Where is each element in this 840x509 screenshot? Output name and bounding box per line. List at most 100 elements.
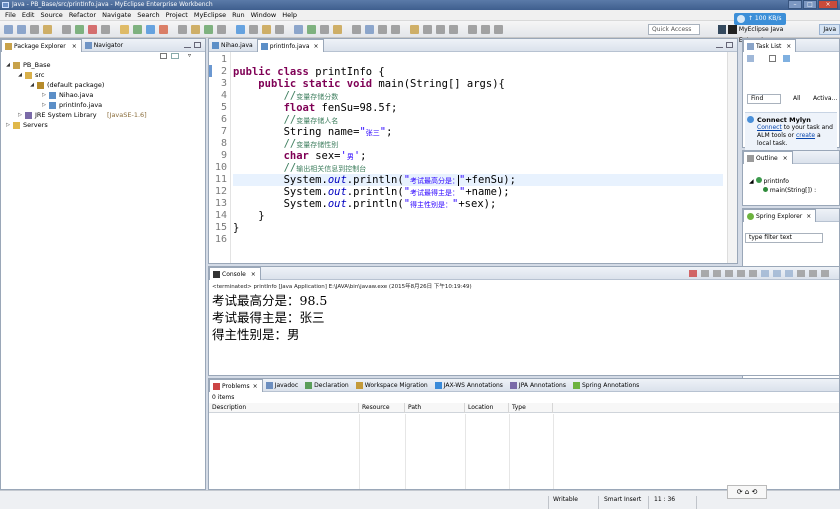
outline-class-node[interactable]: ◢ printInfo	[749, 177, 789, 185]
connect-link[interactable]: Connect	[757, 124, 782, 131]
minimize-editor-icon[interactable]	[716, 42, 723, 48]
toolbar-new-icon[interactable]	[4, 25, 13, 34]
console-display-selected-icon[interactable]	[785, 270, 793, 277]
toolbar-launch-icon[interactable]	[204, 25, 213, 34]
toolbar-package-icon[interactable]	[191, 25, 200, 34]
console-clear-icon[interactable]	[737, 270, 745, 277]
perspective-java[interactable]: Java	[819, 24, 840, 35]
toolbar-folder-icon[interactable]	[120, 25, 129, 34]
toolbar-next-annotation-icon[interactable]	[410, 25, 419, 34]
tree-item[interactable]: ◢ (default package)	[1, 80, 205, 90]
tab-problems[interactable]: Problems ×	[209, 379, 263, 392]
toolbar-server-icon[interactable]	[159, 25, 168, 34]
toolbar-prev-edit-icon[interactable]	[320, 25, 329, 34]
collapsed-arrow-icon[interactable]: ▷	[41, 90, 47, 100]
code-editor[interactable]: 1 2 3 4 5 6 7 8 9 10 11 12 13 14 15 16 public class pri…	[209, 52, 737, 263]
tree-item[interactable]: ▷ Servers	[1, 120, 205, 130]
perspective-myeclipse-java-enterprise[interactable]: MyEclipse Java Enterprise	[739, 24, 811, 44]
toolbar-deploy-icon[interactable]	[217, 25, 226, 34]
tab-task-list[interactable]: Task List ×	[743, 39, 797, 52]
toolbar-prev-annotation-icon[interactable]	[423, 25, 432, 34]
console-open-console-icon[interactable]	[773, 270, 781, 277]
outline-method-node[interactable]: main(String[]) :	[763, 187, 816, 194]
tab-package-explorer[interactable]: Package Explorer ×	[1, 39, 82, 52]
menu-myeclipse[interactable]: MyEclipse	[191, 10, 229, 20]
menu-navigate[interactable]: Navigate	[99, 10, 134, 20]
tree-item[interactable]: ◢ PB_Base	[1, 60, 205, 70]
toolbar-nav-icon[interactable]	[275, 25, 284, 34]
close-tab-icon[interactable]: ×	[806, 213, 811, 220]
toolbar-pin-icon[interactable]	[352, 25, 361, 34]
toolbar-pin-editor-icon[interactable]	[494, 25, 503, 34]
menu-refactor[interactable]: Refactor	[66, 10, 99, 20]
maximize-view-icon[interactable]	[194, 42, 201, 48]
console-scroll-lock-icon[interactable]	[725, 270, 733, 277]
tab-console[interactable]: Console ×	[209, 267, 261, 280]
spring-filter-input[interactable]: type filter text	[745, 233, 823, 243]
expanded-arrow-icon[interactable]: ◢	[17, 70, 23, 80]
console-pin-console-icon[interactable]	[749, 270, 757, 277]
task-list-activate[interactable]: Activa...	[813, 95, 837, 102]
tab-jax-ws-annotations[interactable]: JAX-WS Annotations	[432, 379, 507, 392]
tab-spring-annotations[interactable]: Spring Annotations	[570, 379, 643, 392]
close-tab-icon[interactable]: ×	[783, 155, 788, 162]
menu-run[interactable]: Run	[229, 10, 247, 20]
close-tab-icon[interactable]: ×	[72, 43, 77, 50]
tab-navigator[interactable]: Navigator	[82, 39, 127, 52]
menu-file[interactable]: File	[2, 10, 19, 20]
menu-edit[interactable]: Edit	[19, 10, 38, 20]
menu-help[interactable]: Help	[279, 10, 300, 20]
toolbar-run-icon[interactable]	[133, 25, 142, 34]
toolbar-mark-icon[interactable]	[391, 25, 400, 34]
collapse-all-icon[interactable]	[160, 53, 167, 59]
tab-declaration[interactable]: Declaration	[302, 379, 353, 392]
maximize-button[interactable]: □	[803, 0, 817, 9]
status-tray[interactable]: ⟳ ⌂ ⟲	[727, 485, 767, 499]
menu-project[interactable]: Project	[163, 10, 191, 20]
toolbar-jar-icon[interactable]	[262, 25, 271, 34]
console-remove-all-icon[interactable]	[713, 270, 721, 277]
toolbar-stop-icon[interactable]	[88, 25, 97, 34]
toolbar-sync-icon[interactable]	[481, 25, 490, 34]
console-minimize-icon[interactable]	[809, 270, 817, 277]
task-focus-icon[interactable]	[783, 55, 790, 62]
column-location[interactable]: Location	[465, 403, 509, 413]
tab-jpa-annotations[interactable]: JPA Annotations	[507, 379, 570, 392]
console-maximize-icon[interactable]	[821, 270, 829, 277]
collapsed-arrow-icon[interactable]: ▷	[17, 110, 23, 120]
close-tab-icon[interactable]: ×	[314, 43, 319, 50]
toolbar-undo-icon[interactable]	[62, 25, 71, 34]
tree-item[interactable]: ▷ printInfo.java	[1, 100, 205, 110]
toolbar-next-edit-icon[interactable]	[333, 25, 342, 34]
close-tab-icon[interactable]: ×	[786, 43, 791, 50]
editor-vertical-scrollbar[interactable]	[727, 52, 737, 263]
editor-tab-nihao[interactable]: Nihao.java	[209, 39, 257, 52]
menu-source[interactable]: Source	[37, 10, 65, 20]
close-button[interactable]: ×	[818, 0, 838, 9]
console-terminate-icon[interactable]	[689, 270, 697, 277]
editor-tab-printinfo[interactable]: printInfo.java ×	[256, 39, 324, 52]
column-type[interactable]: Type	[509, 403, 553, 413]
toolbar-last-edit-icon[interactable]	[436, 25, 445, 34]
tree-item[interactable]: ▷ JRE System Library [JavaSE-1.6]	[1, 110, 205, 120]
toolbar-run-debug-icon[interactable]	[75, 25, 84, 34]
tab-workspace-migration[interactable]: Workspace Migration	[353, 379, 432, 392]
menu-window[interactable]: Window	[248, 10, 280, 20]
task-list-all[interactable]: All	[793, 95, 800, 102]
open-perspective-icon[interactable]	[718, 25, 727, 34]
console-new-console-icon[interactable]	[797, 270, 805, 277]
myeclipse-perspective-icon[interactable]	[728, 25, 737, 34]
toolbar-debug-icon[interactable]	[146, 25, 155, 34]
toolbar-web-icon[interactable]	[236, 25, 245, 34]
expanded-arrow-icon[interactable]: ◢	[29, 80, 35, 90]
toolbar-back-icon[interactable]	[294, 25, 303, 34]
task-filter-icon[interactable]	[769, 55, 776, 62]
toolbar-forward-icon[interactable]	[307, 25, 316, 34]
console-word-wrap-icon[interactable]	[761, 270, 769, 277]
column-resource[interactable]: Resource	[359, 403, 405, 413]
view-menu-icon[interactable]: ▿	[188, 53, 191, 59]
quick-access-input[interactable]: Quick Access	[648, 24, 700, 35]
toolbar-history-back-icon[interactable]	[449, 25, 458, 34]
toolbar-search-icon[interactable]	[101, 25, 110, 34]
expanded-arrow-icon[interactable]: ◢	[5, 60, 11, 70]
